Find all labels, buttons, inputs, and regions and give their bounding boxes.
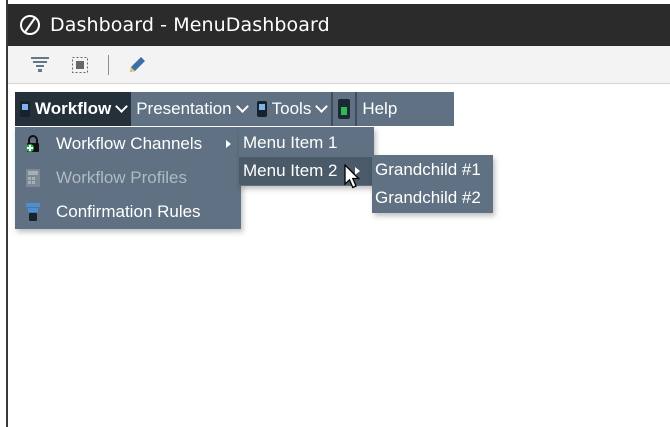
menu-bar: Workflow Presentation Tools Help: [15, 92, 454, 126]
calculator-icon: [20, 101, 30, 117]
chevron-down-icon: [315, 100, 329, 113]
chevron-down-icon: [235, 100, 249, 113]
menu-tools-label: Tools: [271, 99, 312, 118]
menu-separator: [355, 92, 358, 126]
select-all-button[interactable]: [68, 53, 92, 77]
toolbar: [8, 46, 670, 84]
select-all-icon: [72, 56, 88, 73]
green-device-icon: [338, 99, 351, 119]
app-logo-icon: [20, 15, 40, 35]
menu-device[interactable]: [333, 92, 355, 126]
menu-help-label: Help: [362, 99, 398, 118]
grandchild-submenu: Grandchild #1 Grandchild #2: [372, 155, 493, 213]
menu-item-workflow-profiles: Workflow Profiles: [15, 161, 241, 195]
menu-separator: [331, 92, 334, 126]
menu-workflow[interactable]: Workflow: [15, 92, 132, 126]
grandchild-1-label: Grandchild #1: [375, 160, 481, 179]
menu-tools[interactable]: Tools: [252, 92, 332, 126]
tools-icon: [256, 101, 267, 117]
menu-presentation[interactable]: Presentation: [131, 92, 251, 126]
chevron-down-icon: [115, 100, 129, 113]
workflow-profiles-label: Workflow Profiles: [56, 168, 187, 187]
grandchild-1-item[interactable]: Grandchild #1: [372, 156, 493, 184]
grandchild-2-item[interactable]: Grandchild #2: [372, 184, 493, 212]
menu-help[interactable]: Help: [357, 92, 402, 126]
calculator-icon: [25, 169, 41, 187]
edit-button[interactable]: [125, 53, 149, 77]
window-title: Dashboard - MenuDashboard: [50, 14, 330, 36]
menu-item-confirmation-rules[interactable]: Confirmation Rules: [15, 195, 241, 229]
menu-item-2-label: Menu Item 2: [243, 161, 338, 180]
menu-item-1[interactable]: Menu Item 1: [239, 129, 374, 157]
workflow-dropdown: Workflow Channels Workflow Profiles Conf…: [15, 127, 241, 229]
toolbar-separator: [108, 54, 109, 75]
workflow-channels-label: Workflow Channels: [56, 134, 203, 153]
funnel-icon: [25, 203, 41, 221]
confirmation-rules-label: Confirmation Rules: [56, 202, 201, 221]
pencil-icon: [130, 56, 145, 72]
menu-item-1-label: Menu Item 1: [243, 133, 338, 152]
filter-button[interactable]: [28, 53, 52, 77]
mouse-cursor-icon: [344, 164, 361, 189]
lock-add-icon: [25, 135, 41, 153]
menu-item-workflow-channels[interactable]: Workflow Channels: [15, 127, 241, 161]
menu-workflow-label: Workflow: [35, 99, 112, 118]
title-bar: Dashboard - MenuDashboard: [8, 4, 670, 46]
menu-presentation-label: Presentation: [136, 99, 232, 118]
filter-icon: [31, 56, 49, 72]
submenu-arrow-icon: [226, 140, 231, 148]
grandchild-2-label: Grandchild #2: [375, 188, 481, 207]
